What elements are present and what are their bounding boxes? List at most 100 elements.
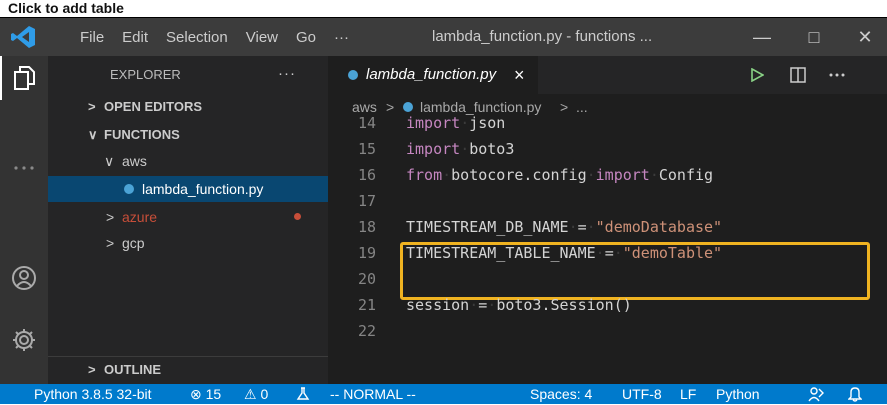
python-file-icon <box>124 184 134 194</box>
maximize-button[interactable]: □ <box>792 18 836 56</box>
tree-item-label: gcp <box>122 235 145 251</box>
python-file-icon <box>348 70 358 80</box>
more-icon <box>14 166 34 170</box>
tree-item-label: aws <box>122 153 147 169</box>
line-number: 18 <box>357 218 376 236</box>
more-actions-icon[interactable] <box>828 72 846 78</box>
menu-file[interactable]: File <box>80 29 104 46</box>
explorer-title: EXPLORER <box>110 67 181 82</box>
close-window-button[interactable]: ✕ <box>843 18 887 56</box>
code-token: "demoTable" <box>622 244 723 262</box>
editor-area: lambda_function.py × aws > lambda_functi… <box>328 56 887 384</box>
code-token: TIMESTREAM_TABLE_NAME <box>406 244 596 262</box>
code-token: = <box>604 244 614 262</box>
split-editor-icon[interactable] <box>790 67 806 83</box>
code-token: TIMESTREAM_DB_NAME <box>406 218 569 236</box>
editor-tabs: lambda_function.py × <box>328 56 887 94</box>
account-icon <box>12 266 36 290</box>
vscode-window: File Edit Selection View Go ··· lambda_f… <box>0 17 887 404</box>
indentation[interactable]: Spaces: 4 <box>530 384 592 404</box>
code-editor[interactable]: 14 import·json 15 import·boto3 16 from·b… <box>328 114 887 384</box>
language-mode[interactable]: Python <box>716 384 760 404</box>
line-number: 22 <box>357 322 376 340</box>
end-of-line[interactable]: LF <box>680 384 696 404</box>
live-share-icon[interactable] <box>808 386 824 402</box>
vscode-logo-icon <box>11 26 35 48</box>
status-bar: Python 3.8.5 32-bit ⊗ 15 ⚠ 0 -- NORMAL -… <box>0 384 887 404</box>
tab-label: lambda_function.py <box>366 66 497 83</box>
breadcrumb-more[interactable]: ... <box>576 94 588 120</box>
minimize-button[interactable]: — <box>740 18 784 56</box>
line-number: 14 <box>357 114 376 132</box>
explorer-sidebar: EXPLORER ··· > OPEN EDITORS ∨ FUNCTIONS … <box>48 56 328 384</box>
title-bar: File Edit Selection View Go ··· lambda_f… <box>0 18 887 56</box>
files-icon <box>14 66 35 90</box>
chevron-right-icon: > <box>88 99 96 114</box>
tree-folder-azure[interactable]: > azure <box>48 204 328 230</box>
code-token: from <box>406 166 443 184</box>
chevron-down-icon: ∨ <box>104 153 115 169</box>
code-token: json <box>469 114 506 132</box>
problems-errors[interactable]: ⊗ 15 <box>190 384 221 404</box>
code-line: TIMESTREAM_TABLE_NAME·=·"demoTable" <box>406 244 723 262</box>
tab-lambda-function[interactable]: lambda_function.py × <box>328 56 538 94</box>
run-icon[interactable] <box>750 68 764 82</box>
gear-icon <box>13 329 35 351</box>
line-number: 16 <box>357 166 376 184</box>
code-token: import <box>406 114 461 132</box>
more-activity-button[interactable] <box>0 146 48 190</box>
tab-close-icon[interactable]: × <box>514 56 525 94</box>
python-interpreter[interactable]: Python 3.8.5 32-bit <box>34 384 152 404</box>
tree-item-label: lambda_function.py <box>142 181 264 197</box>
line-number: 20 <box>357 270 376 288</box>
tree-item-label: azure <box>122 209 158 225</box>
code-token: "demoDatabase" <box>595 218 723 236</box>
outline-section[interactable]: > OUTLINE <box>48 356 328 383</box>
python-file-icon <box>403 102 413 112</box>
line-number: 15 <box>357 140 376 158</box>
explorer-activity-button[interactable] <box>0 56 48 100</box>
code-line: session·=·boto3.Session() <box>406 296 632 314</box>
functions-section[interactable]: ∨ FUNCTIONS <box>48 122 328 148</box>
explorer-more-button[interactable]: ··· <box>278 56 296 92</box>
menu-go[interactable]: Go <box>296 29 316 46</box>
tree-folder-gcp[interactable]: > gcp <box>48 230 328 256</box>
breadcrumb-separator: > <box>386 99 395 115</box>
encoding[interactable]: UTF-8 <box>622 384 662 404</box>
code-token: botocore.config <box>451 166 587 184</box>
modified-dot-icon <box>294 213 301 220</box>
code-token: session <box>406 296 470 314</box>
open-editors-section[interactable]: > OPEN EDITORS <box>48 94 328 120</box>
chevron-down-icon: ∨ <box>88 127 98 142</box>
settings-button[interactable] <box>0 318 48 362</box>
accounts-button[interactable] <box>0 256 48 300</box>
open-editors-label: OPEN EDITORS <box>104 99 203 114</box>
code-token: = <box>577 218 587 236</box>
tree-folder-aws[interactable]: ∨ aws <box>48 148 328 174</box>
menu-selection[interactable]: Selection <box>166 29 228 46</box>
menu-view[interactable]: View <box>246 29 278 46</box>
tree-file-lambda-function[interactable]: lambda_function.py <box>48 176 328 202</box>
code-line: import·boto3 <box>406 140 515 158</box>
menu-more[interactable]: ··· <box>334 29 349 46</box>
line-number: 17 <box>357 192 376 210</box>
window-title: lambda_function.py - functions ... <box>432 28 653 45</box>
code-token: boto3 <box>469 140 515 158</box>
code-token: import <box>595 166 650 184</box>
menu-edit[interactable]: Edit <box>122 29 148 46</box>
explorer-header: EXPLORER ··· <box>48 56 328 94</box>
code-token: import <box>406 140 461 158</box>
code-line: import·json <box>406 114 506 132</box>
outline-label: OUTLINE <box>104 362 162 377</box>
code-token: boto3.Session() <box>496 296 632 314</box>
bell-icon[interactable] <box>848 386 862 402</box>
code-token: = <box>478 296 488 314</box>
line-number: 19 <box>357 244 376 262</box>
chevron-right-icon: > <box>88 362 96 377</box>
problems-warnings[interactable]: ⚠ 0 <box>244 384 268 404</box>
chevron-right-icon: > <box>106 235 115 251</box>
line-number: 21 <box>357 296 376 314</box>
functions-label: FUNCTIONS <box>104 127 180 142</box>
vim-mode: -- NORMAL -- <box>330 386 416 402</box>
flask-icon[interactable] <box>296 387 310 401</box>
